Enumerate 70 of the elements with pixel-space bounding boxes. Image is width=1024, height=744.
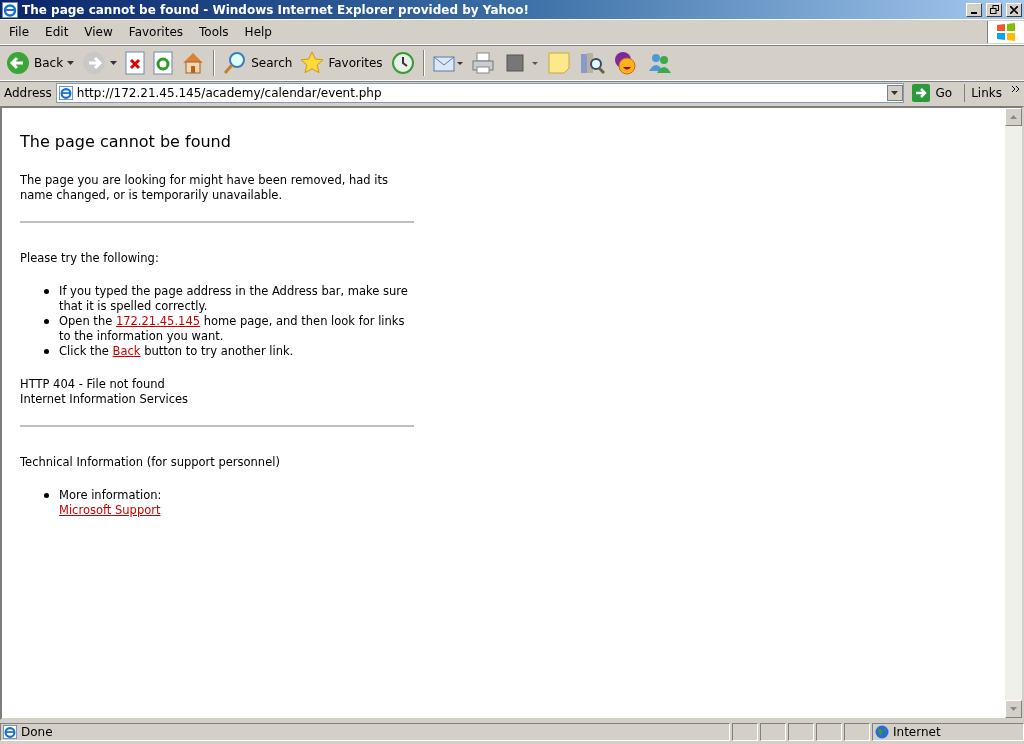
link[interactable]: 172.21.45.145 [115,314,201,328]
refresh-icon [153,51,174,75]
go-button[interactable]: Go [907,84,966,102]
address-label: Address [4,86,52,100]
status-panel [844,723,870,741]
menu-item[interactable]: View [75,25,120,39]
error-text: Internet Information Services [20,392,190,407]
links-button[interactable]: Links [969,86,1022,100]
status-panel [732,723,758,741]
scroll-down-icon [1010,707,1017,711]
close-icon [1010,5,1018,14]
back-button[interactable]: Back [4,48,77,78]
page-heading: The page cannot be found [20,134,232,149]
browser-icon [58,86,73,100]
list-item-text: If you typed the page address in the Address bar, make sure that it is spelled correctly. [59,284,409,314]
menu-item[interactable]: Tools [190,25,236,39]
scroll-up-icon [1010,115,1017,119]
dropdown-arrow-icon [110,61,118,65]
error-text: HTTP 404 - File not found [20,377,166,392]
zone-text: Internet [893,725,941,739]
history-icon [390,51,415,75]
address-text: http://172.21.45.145/academy/calendar/event.php [76,86,382,100]
go-arrow-icon [911,84,930,102]
bullet-icon [44,319,49,324]
list-item-text: More information: [59,488,162,503]
minimize-icon [971,11,977,14]
menu-item[interactable]: File [0,25,37,39]
link[interactable]: Microsoft Support [59,503,161,517]
note-icon [546,51,571,75]
menu-item[interactable]: Favorites [119,25,191,39]
list-item-text: Open the 172.21.45.145 home page, and then look for links to the information you want. [59,314,406,344]
chevron-icon [1012,86,1020,92]
paragraph: Please try the following: [20,251,160,266]
window-title: The page cannot be found - Windows Internet Explorer provided by Yahoo! [22,2,530,17]
restore-button[interactable] [986,2,1002,17]
stop-button[interactable] [123,48,148,78]
printer-icon [470,51,495,75]
status-panel [788,723,814,741]
globe-icon [875,725,889,739]
restore-icon [989,5,999,14]
dropdown-button[interactable] [886,85,903,101]
caret-icon [891,91,899,95]
favorites-button[interactable]: Favorites [298,48,385,78]
research-icon [578,51,605,75]
status-panel [760,723,786,741]
refresh-button[interactable] [151,48,176,78]
smiley-icon [612,51,639,75]
menu-item[interactable]: Edit [36,25,76,39]
star-icon [300,51,325,75]
house-icon [181,51,206,75]
close-button[interactable] [1006,2,1022,17]
browser-icon [3,725,17,739]
link[interactable]: Back [112,344,141,358]
minimize-button[interactable] [966,2,982,17]
paragraph: The page you are looking for might have been removed, had its name changed, or is temporarily unavailable. [20,173,389,203]
search-icon [223,51,248,75]
dropdown-arrow-icon [67,61,75,65]
status-text: Done [21,725,53,739]
bullet-icon [44,493,49,498]
menu-item[interactable]: Help [235,25,279,39]
search-button[interactable]: Search [221,48,295,78]
paragraph: Technical Information (for support personnel) [20,455,281,470]
address-field[interactable]: http://172.21.45.145/academy/calendar/event.php [55,83,904,103]
stop-icon [125,51,146,75]
scrollbar[interactable] [1005,108,1022,718]
status-panel [816,723,842,741]
people-icon [646,51,673,75]
bullet-icon [44,349,49,354]
list-item-text: Click the Back button to try another link. [59,344,294,359]
bullet-icon [44,289,49,294]
